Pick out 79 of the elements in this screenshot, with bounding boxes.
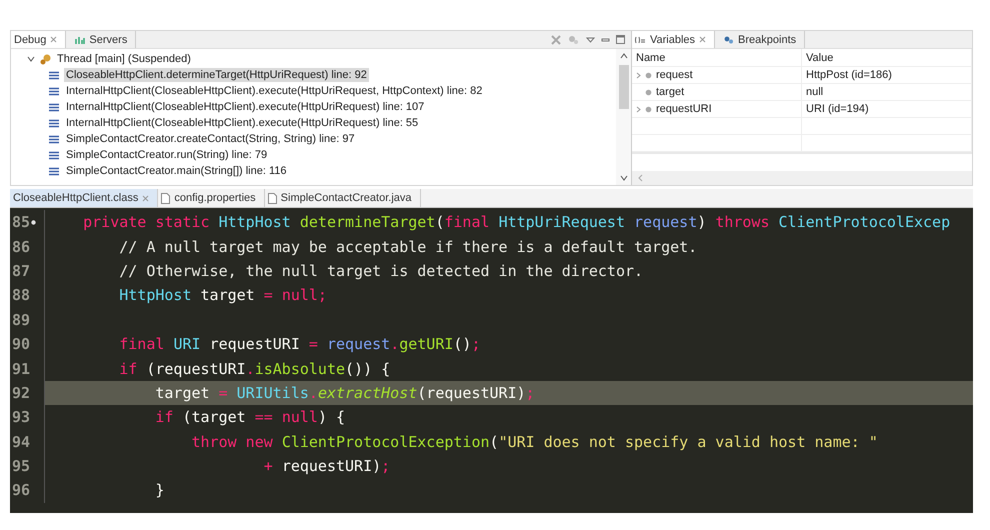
column-header[interactable]: Name: [632, 49, 802, 66]
close-icon[interactable]: [699, 36, 706, 43]
scroll-thumb[interactable]: [618, 65, 628, 109]
stack-frame-icon: [49, 150, 59, 160]
breakpoint-icon: [724, 36, 734, 44]
line-number: 91: [12, 360, 30, 378]
variable-name: target: [656, 86, 684, 98]
stack-frame-item[interactable]: SimpleContactCreator.main(String[]) line: 116: [11, 163, 616, 179]
thread-icon: [40, 53, 52, 65]
view-tab[interactable]: Debug: [11, 31, 66, 48]
column-header[interactable]: Value: [802, 49, 972, 66]
stack-frame-icon: [49, 134, 59, 144]
variable-name: request: [656, 69, 693, 81]
code-line: + requestURI);: [262, 457, 390, 476]
stack-frame-icon: [49, 166, 59, 176]
view-tab[interactable]: Breakpoints: [721, 31, 806, 48]
field-icon: [645, 72, 652, 78]
editor-tab[interactable]: CloseableHttpClient.class: [10, 189, 158, 207]
thread-item[interactable]: Thread [main] (Suspended): [11, 51, 616, 67]
scrollbar[interactable]: [632, 171, 972, 185]
line-number: 96: [12, 481, 30, 500]
stack-frame-item[interactable]: SimpleContactCreator.createContact(String, String) line: 97: [11, 131, 616, 147]
code-line: // Otherwise, the null target is detected in the director.: [118, 262, 644, 280]
variable-value: URI (id=194): [802, 101, 972, 117]
scrollbar[interactable]: [616, 49, 631, 185]
field-icon: [645, 88, 652, 96]
line-number: 94: [12, 432, 30, 451]
stack-frame-icon: [49, 102, 59, 112]
scroll-down-icon[interactable]: [620, 175, 628, 181]
code-line: final URI requestURI = request.getURI();: [118, 335, 480, 354]
field-icon: [645, 106, 652, 112]
line-number: 93: [12, 408, 30, 426]
line-number: 92: [12, 384, 30, 402]
line-number: 90: [12, 335, 30, 354]
editor-tab[interactable]: SimpleContactCreator.java: [264, 189, 421, 207]
view-toolbar-icon[interactable]: [550, 34, 562, 46]
close-icon[interactable]: [50, 36, 58, 43]
line-number: 85: [12, 213, 30, 232]
stack-frame-icon: [49, 86, 59, 96]
view-menu-icon[interactable]: [586, 36, 595, 44]
stack-frame-item[interactable]: InternalHttpClient(CloseableHttpClient).execute(HttpUriRequest) line: 55: [11, 115, 616, 131]
scroll-up-icon[interactable]: [620, 53, 628, 59]
code-line: private static HttpHost determineTarget(final HttpUriRequest request) throws ClientProtocolExcep: [82, 213, 950, 232]
chevron-icon[interactable]: [27, 55, 35, 63]
line-number: 88: [12, 286, 30, 304]
view-tab[interactable]: Variables: [632, 31, 716, 48]
code-line: throw new ClientProtocolException("URI does not specify a valid host name: ": [190, 432, 878, 451]
expand-icon[interactable]: [636, 106, 641, 112]
code-line: }: [154, 481, 164, 500]
variable-icon: [635, 36, 646, 44]
code-line: HttpHost target = null;: [118, 286, 327, 304]
close-icon[interactable]: [142, 194, 150, 202]
stack-frame-item[interactable]: InternalHttpClient(CloseableHttpClient).execute(HttpUriRequest, HttpContext) line: 82: [11, 83, 616, 99]
variable-value: null: [802, 84, 972, 100]
variable-name: requestURI: [656, 103, 712, 115]
stack-frame-icon: [49, 70, 59, 80]
expand-icon[interactable]: [636, 72, 641, 78]
stack-frame-icon: [49, 118, 59, 128]
code-line: if (target == null) {: [154, 408, 346, 426]
scroll-left-icon[interactable]: [638, 174, 643, 182]
code-line: // A null target may be acceptable if there is a default target.: [118, 238, 698, 256]
line-number: 95: [12, 457, 30, 476]
code-line: if (requestURI.isAbsolute()) {: [118, 360, 390, 378]
maximize-icon[interactable]: [616, 35, 625, 44]
stack-frame-item[interactable]: InternalHttpClient(CloseableHttpClient).execute(HttpUriRequest) line: 107: [11, 99, 616, 115]
line-number: 86: [12, 238, 30, 256]
servers-icon: [75, 34, 86, 44]
minimize-icon[interactable]: [601, 36, 610, 44]
file-icon: [161, 192, 170, 204]
stack-frame-item[interactable]: CloseableHttpClient.determineTarget(HttpUriRequest) line: 92: [11, 67, 616, 83]
view-tab[interactable]: Servers: [72, 31, 136, 48]
view-toolbar-icon[interactable]: [568, 34, 580, 46]
line-number: 89: [12, 310, 30, 329]
code-line: target = URIUtils.extractHost(requestURI);: [154, 384, 535, 402]
line-number: 87: [12, 262, 30, 280]
editor-tab[interactable]: config.properties: [158, 189, 265, 207]
variable-value: HttpPost (id=186): [802, 67, 972, 83]
file-icon: [268, 192, 277, 204]
stack-frame-item[interactable]: SimpleContactCreator.run(String) line: 79: [11, 147, 616, 163]
